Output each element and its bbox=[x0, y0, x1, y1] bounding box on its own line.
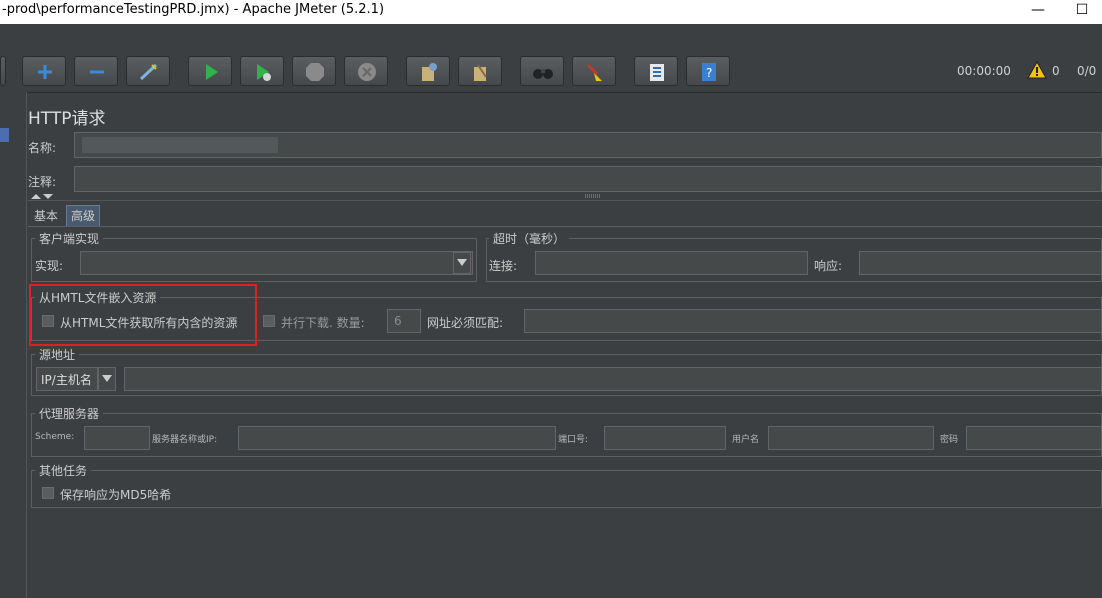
parallel-download-checkbox[interactable] bbox=[263, 315, 275, 327]
broom-icon bbox=[586, 63, 602, 81]
chevron-down-icon bbox=[102, 375, 112, 382]
minus-icon bbox=[90, 70, 104, 74]
tree-selection[interactable] bbox=[0, 128, 9, 142]
shutdown-icon bbox=[358, 63, 376, 81]
start-button[interactable] bbox=[188, 56, 232, 86]
warning-count: 0 bbox=[1052, 64, 1060, 78]
divider bbox=[28, 200, 1102, 201]
stop-icon bbox=[306, 63, 324, 81]
impl-select[interactable] bbox=[80, 251, 473, 275]
scheme-label: Scheme: bbox=[35, 432, 75, 442]
url-match-label: 网址必须匹配: bbox=[427, 316, 504, 330]
page-title: HTTP请求 bbox=[28, 109, 106, 129]
tab-divider bbox=[28, 226, 1102, 227]
broom-gear-icon bbox=[422, 63, 437, 81]
list-icon bbox=[650, 64, 664, 81]
proxy-user-field[interactable] bbox=[768, 426, 934, 450]
maximize-button[interactable]: ☐ bbox=[1062, 0, 1102, 22]
comment-label: 注释: bbox=[28, 175, 57, 189]
proxy-server-label: 服务器名称或IP: bbox=[152, 435, 218, 445]
broom-all-icon bbox=[474, 64, 487, 81]
clear-all-button[interactable] bbox=[458, 56, 502, 86]
chevron-down-icon bbox=[457, 259, 467, 266]
md5-checkbox[interactable] bbox=[42, 487, 54, 499]
window-title: -prod\performanceTestingPRD.jmx) - Apach… bbox=[2, 2, 385, 17]
svg-text:?: ? bbox=[706, 66, 712, 80]
help-icon: ? bbox=[702, 63, 716, 81]
warning-icon[interactable] bbox=[1027, 61, 1047, 79]
blurred-name-value bbox=[82, 137, 278, 153]
play-no-pause-icon bbox=[257, 64, 271, 81]
proxy-legend: 代理服务器 bbox=[35, 405, 104, 422]
source-type-dropdown-button[interactable] bbox=[98, 367, 116, 391]
proxy-password-field[interactable] bbox=[966, 426, 1102, 450]
function-helper-button[interactable] bbox=[634, 56, 678, 86]
clear-button[interactable] bbox=[406, 56, 450, 86]
parallel-download-label: 并行下载. 数量: bbox=[281, 316, 365, 330]
connect-label: 连接: bbox=[489, 259, 518, 273]
thread-count: 0/0 bbox=[1077, 64, 1097, 78]
splitter-handle-icon[interactable] bbox=[585, 194, 601, 198]
reset-search-button[interactable] bbox=[572, 56, 616, 86]
add-button[interactable] bbox=[22, 56, 66, 86]
shutdown-button[interactable] bbox=[344, 56, 388, 86]
impl-label: 实现: bbox=[35, 259, 64, 273]
title-bar: -prod\performanceTestingPRD.jmx) - Apach… bbox=[0, 0, 1102, 24]
tab-basic[interactable]: 基本 bbox=[30, 206, 62, 226]
start-no-pauses-button[interactable] bbox=[240, 56, 284, 86]
response-label: 响应: bbox=[814, 259, 843, 273]
wand-icon bbox=[139, 63, 158, 81]
impl-dropdown-button[interactable] bbox=[453, 252, 471, 274]
collapse-arrows-icon[interactable] bbox=[30, 192, 54, 200]
timeouts-legend: 超时（毫秒） bbox=[489, 230, 570, 247]
toolbar: ? 00:00:00 0 0/0 bbox=[0, 48, 1102, 93]
source-address-field[interactable] bbox=[124, 367, 1102, 391]
stop-button[interactable] bbox=[292, 56, 336, 86]
proxy-password-label: 密码 bbox=[940, 435, 959, 445]
play-icon bbox=[206, 64, 218, 80]
url-match-field[interactable] bbox=[524, 309, 1102, 333]
connect-timeout-field[interactable] bbox=[535, 251, 808, 275]
elapsed-time: 00:00:00 bbox=[957, 64, 1011, 78]
splitter[interactable] bbox=[10, 92, 27, 598]
comment-field[interactable] bbox=[74, 166, 1102, 192]
highlight-annotation bbox=[29, 284, 257, 346]
source-type-select[interactable]: IP/主机名 bbox=[36, 367, 98, 391]
menu-bar bbox=[0, 24, 1102, 48]
other-tasks-group bbox=[31, 470, 1102, 508]
name-label: 名称: bbox=[28, 141, 57, 155]
help-button[interactable]: ? bbox=[686, 56, 730, 86]
plus-icon bbox=[38, 65, 52, 79]
search-button[interactable] bbox=[520, 56, 564, 86]
parallel-count-field[interactable]: 6 bbox=[387, 309, 421, 333]
remove-button[interactable] bbox=[74, 56, 118, 86]
proxy-user-label: 用户名 bbox=[732, 435, 760, 445]
md5-label: 保存响应为MD5哈希 bbox=[60, 488, 172, 502]
binoculars-icon bbox=[533, 69, 553, 79]
minimize-button[interactable]: — bbox=[1018, 0, 1058, 22]
proxy-port-field[interactable] bbox=[604, 426, 726, 450]
proxy-server-field[interactable] bbox=[238, 426, 556, 450]
other-legend: 其他任务 bbox=[35, 462, 92, 479]
toggle-button[interactable] bbox=[126, 56, 170, 86]
proxy-scheme-field[interactable] bbox=[84, 426, 150, 450]
response-timeout-field[interactable] bbox=[859, 251, 1102, 275]
source-legend: 源地址 bbox=[35, 346, 80, 363]
client-impl-legend: 客户端实现 bbox=[35, 230, 104, 247]
tab-advanced[interactable]: 高级 bbox=[66, 205, 101, 227]
toolbar-edge bbox=[0, 56, 6, 86]
proxy-port-label: 端口号: bbox=[558, 435, 589, 445]
